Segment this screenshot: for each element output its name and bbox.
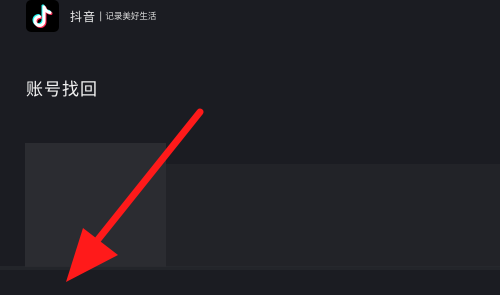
douyin-logo-icon[interactable]	[26, 0, 59, 32]
account-recovery-page: 抖音 | 记录美好生活 账号找回	[0, 0, 500, 295]
brand: 抖音 | 记录美好生活	[70, 8, 156, 24]
page-title: 账号找回	[26, 80, 98, 100]
brand-slogan: 记录美好生活	[105, 12, 157, 22]
brand-divider: |	[99, 10, 103, 22]
app-name: 抖音	[70, 9, 97, 24]
recovery-option-card[interactable]	[25, 143, 166, 267]
content-divider	[0, 266, 500, 270]
header: 抖音 | 记录美好生活	[0, 0, 500, 34]
content-panel	[166, 164, 500, 267]
